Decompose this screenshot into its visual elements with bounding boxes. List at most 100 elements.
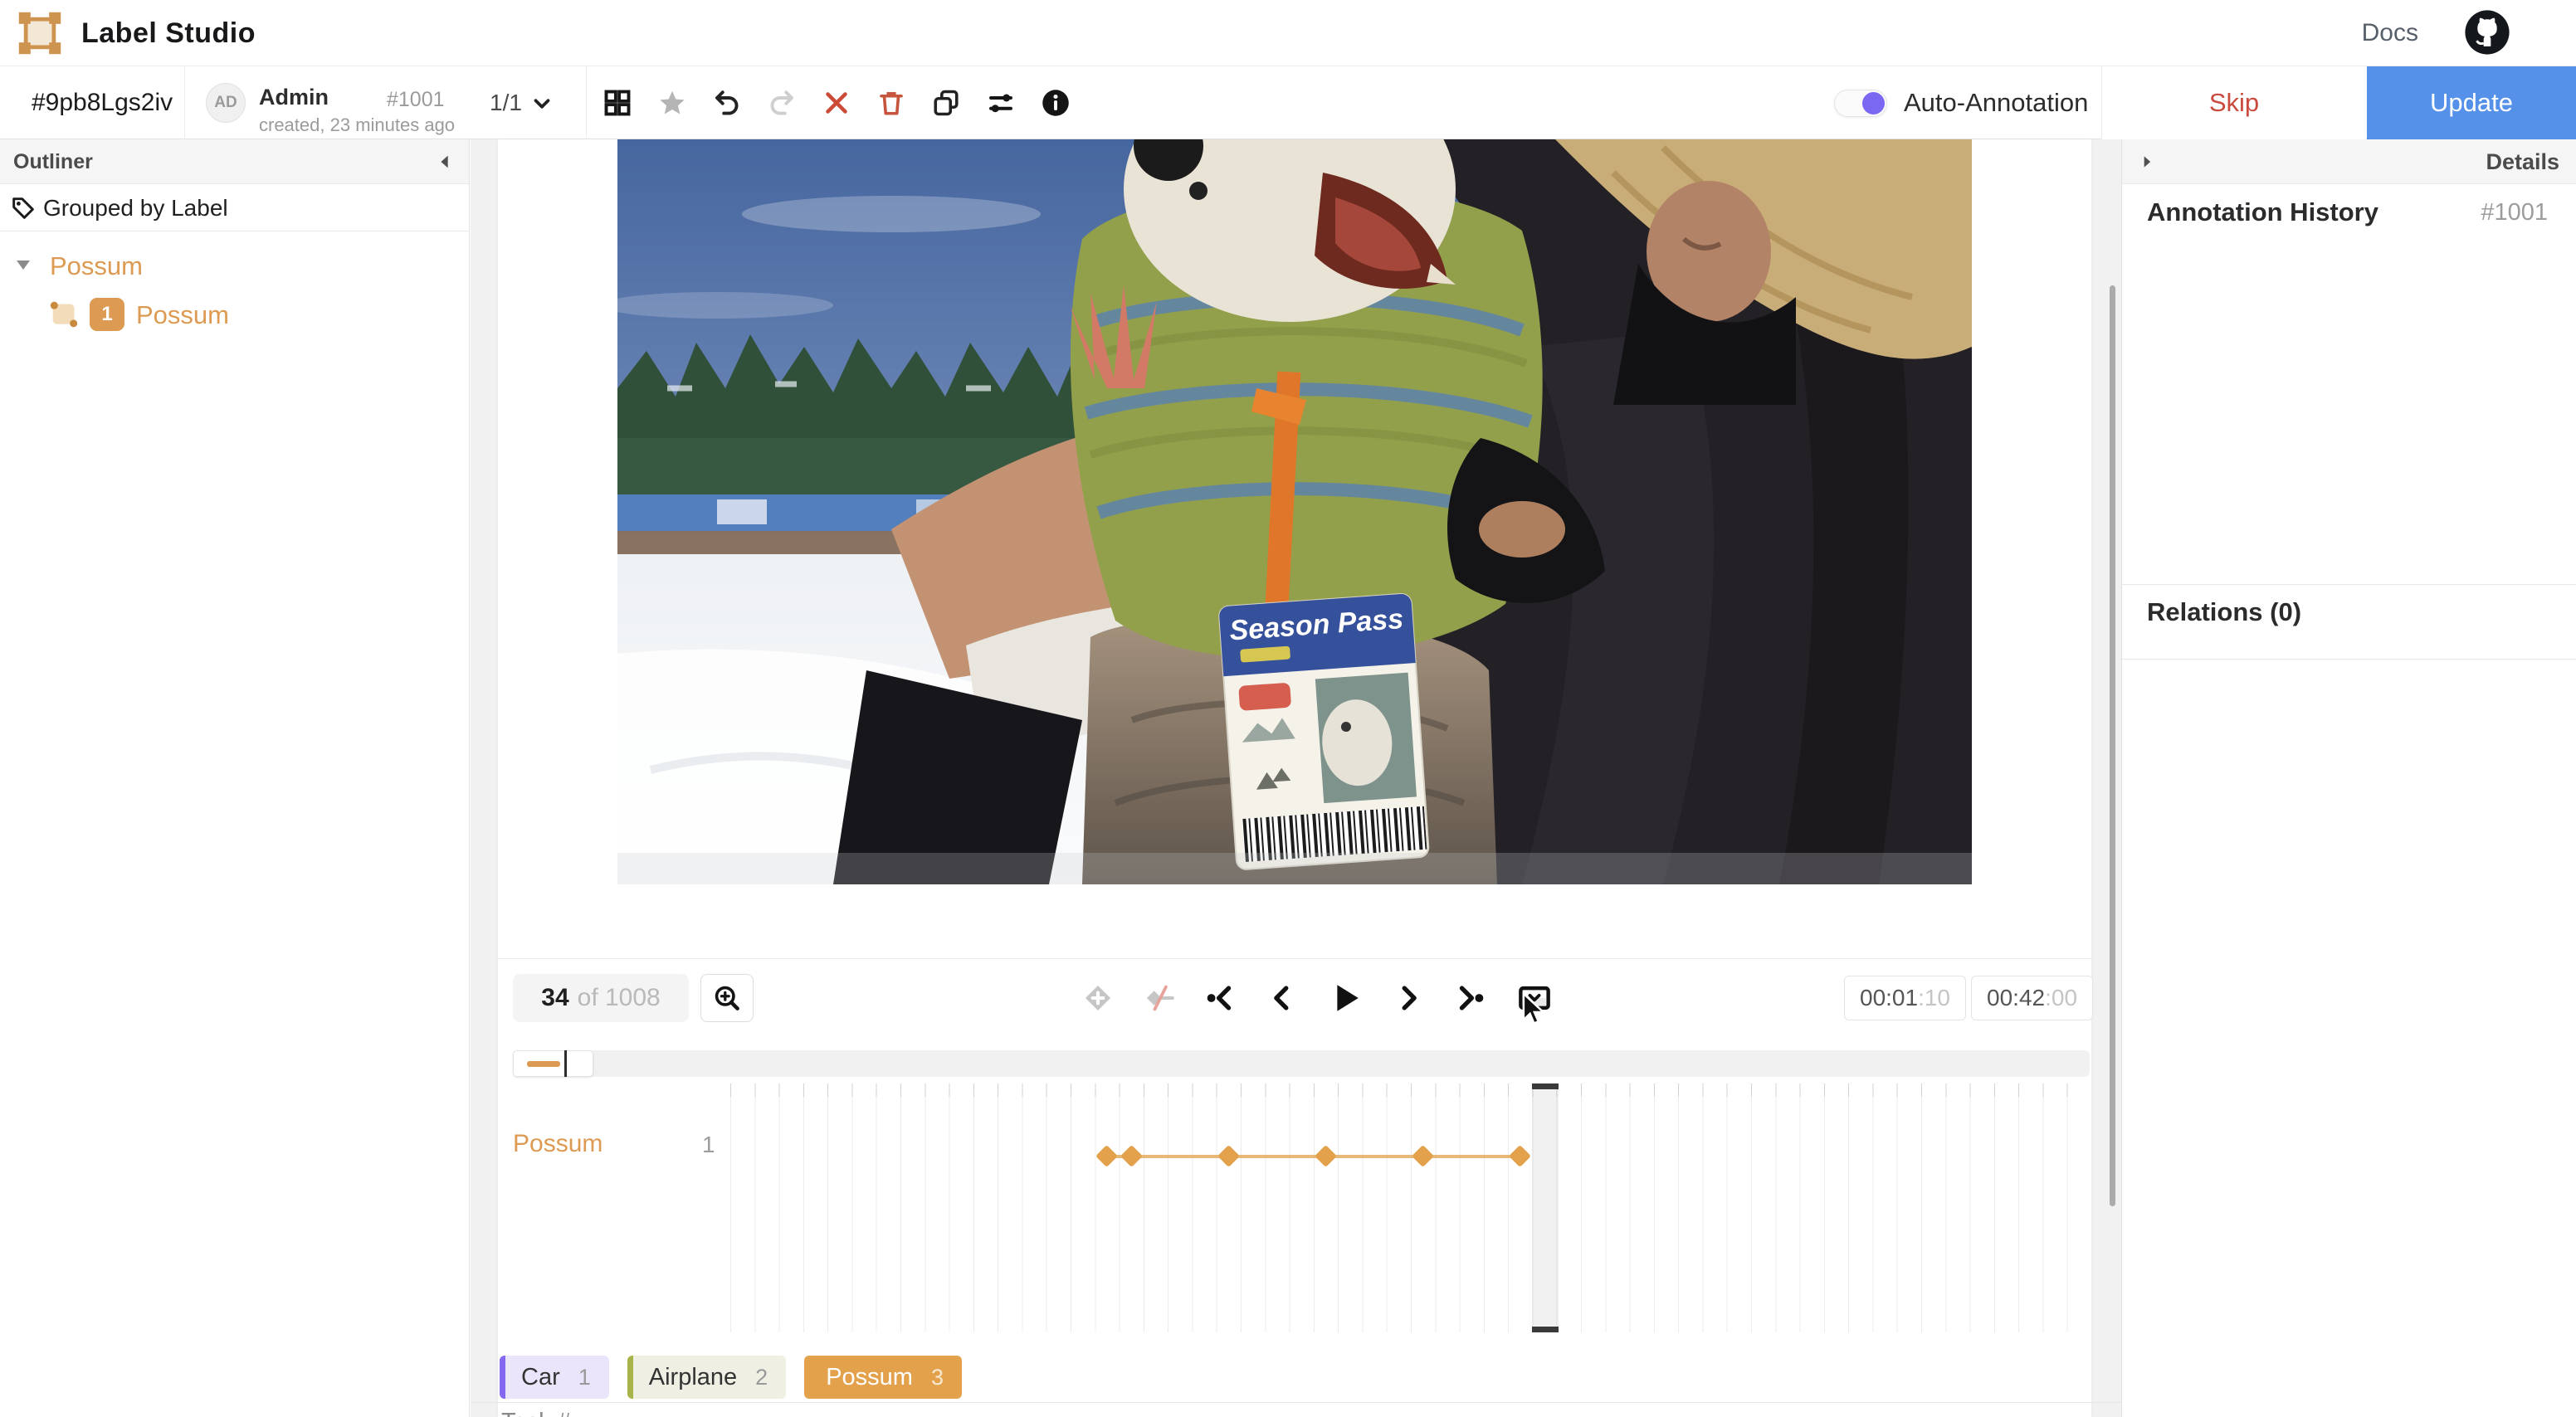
docs-link[interactable]: Docs: [2362, 0, 2418, 66]
season-pass-badge: Season Pass: [1218, 593, 1429, 869]
outliner-header: Outliner: [0, 139, 469, 184]
annotation-history-title: Annotation History: [2147, 197, 2378, 227]
grouping-label: Grouped by Label: [43, 184, 228, 231]
mouse-cursor: [1520, 992, 1549, 1027]
divider: [586, 66, 587, 139]
chevron-down-icon[interactable]: [529, 91, 554, 116]
frame-current[interactable]: 34: [541, 984, 568, 1012]
total-time[interactable]: 00:42 :00: [1971, 976, 2093, 1020]
zoom-in-icon: [712, 983, 742, 1013]
outliner-panel: Outliner Grouped by Label Possum: [0, 139, 470, 1417]
timeline-playhead[interactable]: [1532, 1083, 1558, 1332]
frame-counter[interactable]: 34 of 1008: [513, 974, 689, 1022]
toolbar-icons: [603, 66, 1071, 139]
keyframe-diamond[interactable]: [1315, 1145, 1337, 1167]
annotation-id: #1001: [387, 88, 445, 112]
total-time-main: 00:42: [1987, 985, 2045, 1011]
chip-hotkey: 2: [755, 1365, 768, 1390]
add-keyframe-icon[interactable]: [1082, 982, 1114, 1014]
keyframe-diamond[interactable]: [1509, 1145, 1531, 1167]
label-hotkey-chips: Car 1 Airplane2 Possum 3: [500, 1356, 962, 1399]
caret-down-icon[interactable]: [15, 258, 32, 271]
video-controls: 34 of 1008: [498, 958, 2091, 1037]
label-chip-car[interactable]: Car 1: [500, 1356, 609, 1399]
zoom-in-button[interactable]: [700, 974, 754, 1022]
seek-playhead-line: [564, 1050, 567, 1077]
play-button-icon[interactable]: [1328, 981, 1363, 1015]
current-time-frames: :10: [1918, 985, 1950, 1011]
reject-icon[interactable]: [822, 88, 851, 118]
expand-right-icon[interactable]: [2139, 153, 2155, 170]
label-studio-logo-icon[interactable]: [17, 10, 63, 56]
chip-color-bar: [627, 1356, 633, 1399]
next-frame-icon[interactable]: [1393, 982, 1424, 1014]
annotation-pager: 1/1: [490, 66, 522, 139]
label-chip-possum[interactable]: Possum 3: [804, 1356, 962, 1399]
grouping-selector[interactable]: Grouped by Label: [0, 184, 469, 231]
keyframe-diamond[interactable]: [1412, 1145, 1434, 1167]
divider: [2122, 659, 2576, 660]
chip-color-bar: [500, 1356, 505, 1399]
time-displays: 00:01 :10 00:42 :00: [1844, 976, 2093, 1020]
auto-annotation-toggle[interactable]: [1834, 90, 1887, 117]
rectangle-region-icon: [46, 298, 81, 331]
previous-frame-icon[interactable]: [1266, 982, 1298, 1014]
toggle-interpolation-icon[interactable]: [1144, 982, 1175, 1014]
annotation-created: created, 23 minutes ago: [259, 114, 455, 136]
settings-icon[interactable]: [986, 88, 1016, 118]
annotator-name: Admin: [259, 85, 329, 110]
github-icon[interactable]: [2463, 8, 2511, 56]
redo-icon[interactable]: [767, 88, 797, 118]
timeline-track-label[interactable]: Possum: [513, 1130, 603, 1158]
label-chip-airplane[interactable]: Airplane2: [627, 1356, 786, 1399]
seek-minimap[interactable]: [513, 1050, 2090, 1077]
timeline-grid[interactable]: [730, 1083, 2091, 1332]
seek-viewport-handle[interactable]: [513, 1050, 593, 1077]
update-button[interactable]: Update: [2367, 66, 2576, 139]
delete-icon[interactable]: [876, 88, 906, 118]
video-scene: Season Pass: [617, 139, 1972, 884]
chip-hotkey: 3: [931, 1365, 944, 1390]
transport-controls: [1082, 974, 1554, 1022]
duplicate-icon[interactable]: [931, 88, 961, 118]
task-footer-label: Task #: [501, 1409, 571, 1417]
video-frame[interactable]: Season Pass: [617, 139, 1972, 884]
chip-hotkey: 1: [578, 1365, 591, 1390]
current-time[interactable]: 00:01 :10: [1844, 976, 1966, 1020]
main-area: Season Pass: [471, 139, 2121, 1417]
star-icon[interactable]: [657, 88, 687, 118]
details-title: Details: [2486, 139, 2559, 184]
chip-label: Possum: [826, 1364, 913, 1391]
annotation-history-id: #1001: [2481, 199, 2548, 226]
outliner-region-possum[interactable]: 1 Possum: [0, 290, 469, 343]
keyframe-diamond[interactable]: [1095, 1145, 1118, 1167]
skip-button[interactable]: Skip: [2102, 66, 2366, 139]
details-header: Details: [2122, 139, 2576, 184]
divider: [184, 66, 185, 139]
keyframe-diamond[interactable]: [1217, 1145, 1240, 1167]
vertical-scrollbar[interactable]: [2110, 285, 2115, 1206]
undo-icon[interactable]: [712, 88, 742, 118]
task-id: #9pb8Lgs2iv: [32, 66, 173, 139]
relations-title: Relations (0): [2147, 597, 2301, 627]
region-index-badge: 1: [90, 298, 124, 331]
details-panel: Details Annotation History #1001 Relatio…: [2121, 139, 2576, 1417]
divider: [2122, 584, 2576, 585]
label-studio-app: Label Studio Docs #9pb8Lgs2iv AD Admin #…: [0, 0, 2576, 1417]
views-grid-icon[interactable]: [603, 88, 632, 118]
outliner-title: Outliner: [13, 139, 93, 184]
group-label: Possum: [50, 251, 143, 281]
seek-keyframe-marker: [527, 1061, 560, 1067]
timeline-ruler[interactable]: [730, 1083, 2091, 1097]
next-keyframe-icon[interactable]: [1454, 982, 1486, 1014]
chip-label: Car: [521, 1364, 560, 1391]
info-icon[interactable]: [1041, 88, 1071, 118]
divider: [471, 1402, 2121, 1403]
outliner-group-possum[interactable]: Possum: [0, 240, 469, 290]
previous-keyframe-icon[interactable]: [1205, 982, 1237, 1014]
annotator-avatar[interactable]: AD: [206, 83, 246, 123]
collapse-left-icon[interactable]: [436, 153, 454, 171]
keyframe-diamond[interactable]: [1120, 1145, 1143, 1167]
annotation-toolbar: #9pb8Lgs2iv AD Admin #1001 created, 23 m…: [0, 66, 2576, 139]
toggle-knob: [1862, 92, 1885, 114]
